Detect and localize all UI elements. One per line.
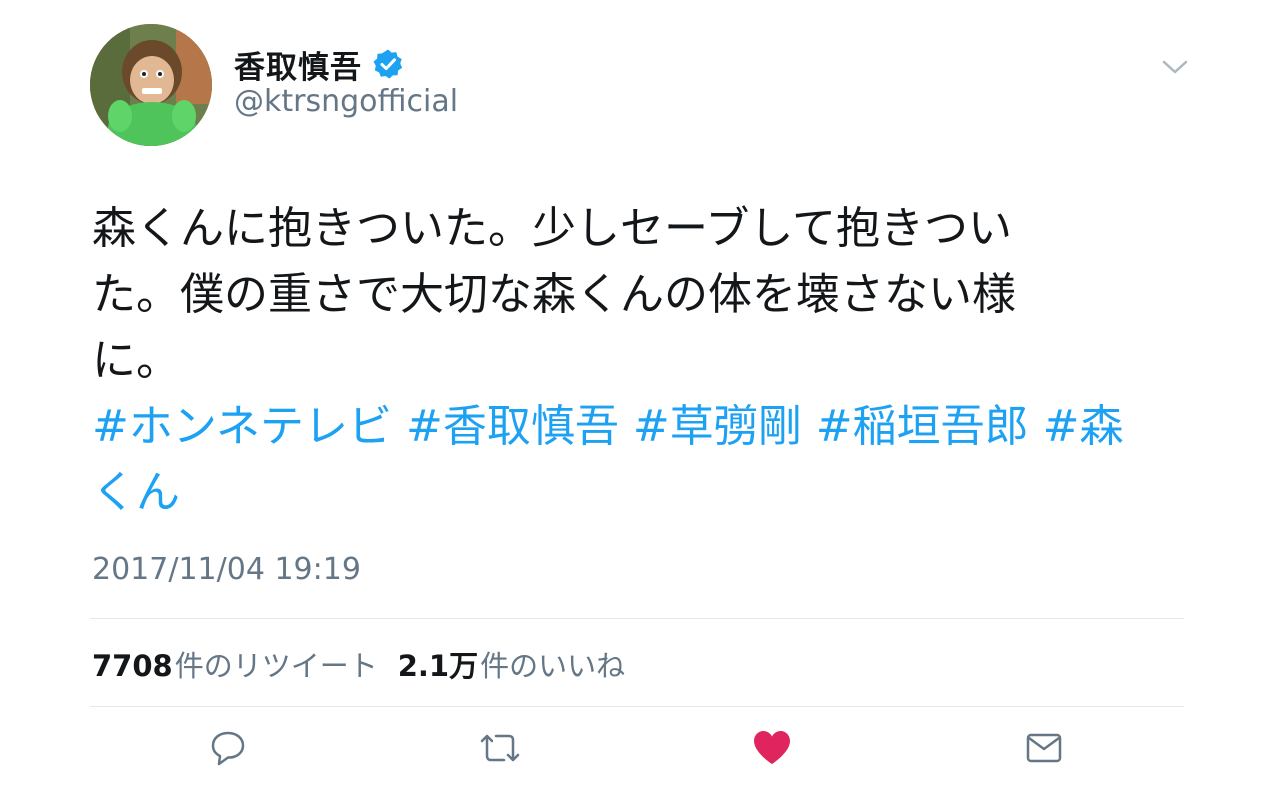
hashtag-link[interactable]: #香取慎吾 bbox=[406, 401, 619, 452]
chevron-down-icon[interactable] bbox=[1160, 56, 1190, 78]
retweet-button[interactable] bbox=[478, 728, 522, 772]
tweet-timestamp[interactable]: 2017/11/04 19:19 bbox=[92, 552, 361, 587]
retweet-label: 件のリツイート bbox=[174, 649, 378, 683]
avatar[interactable] bbox=[90, 24, 212, 146]
tweet-actions bbox=[0, 722, 1270, 782]
like-count: 2.1万 bbox=[397, 649, 479, 683]
hashtag-link[interactable]: #森 bbox=[1043, 401, 1124, 452]
tweet-card: 香取慎吾 @ktrsngofficial 森くんに抱きついた。少しセーブして抱き… bbox=[0, 0, 1270, 798]
envelope-icon bbox=[1024, 728, 1064, 772]
like-button[interactable] bbox=[750, 728, 794, 772]
retweet-stat[interactable]: 7708 件のリツイート bbox=[92, 643, 378, 685]
like-stat[interactable]: 2.1万 件のいいね bbox=[398, 643, 625, 685]
retweet-count: 7708 bbox=[92, 649, 173, 683]
hashtag-link-continued[interactable]: くん bbox=[92, 467, 180, 518]
reply-icon bbox=[208, 728, 248, 772]
tweet-stats: 7708 件のリツイート 2.1万 件のいいね bbox=[92, 642, 625, 686]
author-name-row: 香取慎吾 bbox=[234, 42, 404, 86]
hashtag-link[interactable]: #稲垣吾郎 bbox=[816, 401, 1029, 452]
like-label: 件のいいね bbox=[480, 649, 626, 683]
hashtag-link[interactable]: #ホンネテレビ bbox=[92, 401, 392, 452]
direct-message-button[interactable] bbox=[1022, 728, 1066, 772]
author-display-name[interactable]: 香取慎吾 bbox=[234, 42, 362, 87]
retweet-icon bbox=[478, 728, 522, 772]
avatar-image bbox=[90, 24, 212, 146]
divider bbox=[90, 618, 1184, 619]
divider bbox=[90, 706, 1184, 707]
hashtag-list: #ホンネテレビ #香取慎吾 #草彅剛 #稲垣吾郎 #森 くん bbox=[92, 394, 1162, 526]
reply-button[interactable] bbox=[206, 728, 250, 772]
verified-badge-icon bbox=[372, 48, 404, 80]
heart-icon bbox=[751, 728, 793, 772]
tweet-text: 森くんに抱きついた。少しセーブして抱きつい た。僕の重さで大切な森くんの体を壊さ… bbox=[92, 203, 1016, 386]
hashtag-link[interactable]: #草彅剛 bbox=[633, 401, 802, 452]
author-handle[interactable]: @ktrsngofficial bbox=[234, 84, 458, 119]
